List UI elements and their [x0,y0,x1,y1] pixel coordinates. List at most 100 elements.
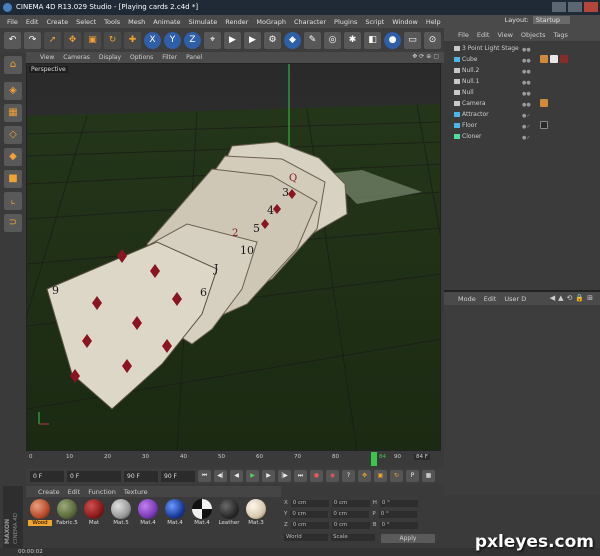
minimize-button[interactable] [552,2,566,12]
deformer-icon[interactable]: ◧ [364,31,381,49]
coordinate-space-dropdown[interactable]: World [284,534,328,541]
menu-script[interactable]: Script [365,18,384,26]
axis-mode-icon[interactable]: ⌞ [4,192,22,210]
visibility-dots[interactable]: ●✓ [522,133,531,144]
x-axis-lock-icon[interactable]: X [144,31,161,49]
menu-create[interactable]: Create [46,18,68,26]
coordinate-system-icon[interactable]: ⌖ [204,31,221,49]
close-button[interactable] [584,2,598,12]
phong-tag-icon[interactable] [540,55,548,63]
cube-primitive-icon[interactable]: ◆ [284,31,301,49]
spline-pen-icon[interactable]: ✎ [304,31,321,49]
material-swatch[interactable]: Mat.4 [190,499,214,526]
object-row[interactable]: Cube ●● [444,54,600,65]
live-selection-icon[interactable]: ➚ [44,31,61,49]
go-to-start-icon[interactable]: ⏮ [198,470,211,482]
texture-mode-icon[interactable]: ▦ [4,104,22,122]
make-editable-icon[interactable]: ⌂ [4,56,22,74]
menu-animate[interactable]: Animate [153,18,180,26]
om-menu-edit[interactable]: Edit [477,31,490,39]
position-x-field[interactable]: 0 cm [290,500,329,507]
material-swatch[interactable]: Mat [82,499,106,526]
material-swatch[interactable]: Mat.3 [244,499,268,526]
object-row[interactable]: Null ●● [444,87,600,98]
viewport-menu-options[interactable]: Options [130,54,153,61]
object-row[interactable]: Attractor ●✓ [444,109,600,120]
menu-select[interactable]: Select [76,18,96,26]
menu-plugins[interactable]: Plugins [334,18,357,26]
menu-tools[interactable]: Tools [104,18,120,26]
timeline-playhead[interactable] [371,452,377,466]
om-menu-file[interactable]: File [458,31,469,39]
recent-tool-icon[interactable]: ✚ [124,31,141,49]
polygons-mode-icon[interactable]: ■ [4,170,22,188]
size-x-field[interactable]: 0 cm [331,500,370,507]
environment-icon[interactable]: ▭ [404,31,421,49]
position-z-field[interactable]: 0 cm [290,522,329,529]
scale-icon[interactable]: ▣ [84,31,101,49]
mat-menu-edit[interactable]: Edit [68,488,81,496]
render-settings-icon[interactable]: ⚙ [264,31,281,49]
viewport-menu-panel[interactable]: Panel [186,54,202,61]
attr-menu-user-data[interactable]: User D [504,295,526,303]
menu-window[interactable]: Window [392,18,418,26]
material-tag-icon[interactable] [540,121,548,129]
go-to-end-icon[interactable]: ⏭ [294,470,307,482]
object-row[interactable]: Floor ●✓ [444,120,600,131]
nurbs-icon[interactable]: ◎ [324,31,341,49]
material-tag-icon[interactable] [560,55,568,63]
menu-character[interactable]: Character [294,18,326,26]
om-menu-objects[interactable]: Objects [521,31,546,39]
mat-menu-texture[interactable]: Texture [124,488,148,496]
object-row[interactable]: Cloner ●✓ [444,131,600,142]
layout-dropdown[interactable]: Startup [532,16,570,24]
render-view-icon[interactable]: ▶ [224,31,241,49]
apply-button[interactable]: Apply [381,534,435,543]
object-row[interactable]: Null.1 ●● [444,76,600,87]
perspective-viewport[interactable]: 9 6 J 10 5 4 3 2 Q Perspective [26,63,441,451]
previous-frame-icon[interactable]: ◀ [230,470,243,482]
points-mode-icon[interactable]: ◇ [4,126,22,144]
menu-mesh[interactable]: Mesh [128,18,145,26]
viewport-menu-filter[interactable]: Filter [162,54,177,61]
viewport-menu-view[interactable]: View [40,54,54,61]
next-frame-icon[interactable]: ▶ [262,470,275,482]
menu-edit[interactable]: Edit [26,18,39,26]
undo-icon[interactable]: ↶ [4,31,21,49]
menu-mograph[interactable]: MoGraph [256,18,286,26]
move-icon[interactable]: ✥ [64,31,81,49]
menu-render[interactable]: Render [225,18,248,26]
key-scale-icon[interactable]: ▣ [374,470,387,482]
snap-icon[interactable]: ⊃ [4,214,22,232]
array-icon[interactable]: ✱ [344,31,361,49]
menu-help[interactable]: Help [426,18,441,26]
key-parameter-icon[interactable]: P [406,470,419,482]
viewport-nav-icons[interactable]: ✥⟳⊕▢ [412,53,441,60]
size-y-field[interactable]: 0 cm [331,511,370,518]
autokey-icon[interactable]: ◉ [326,470,339,482]
material-swatch[interactable]: Mat.4 [163,499,187,526]
scene-icon[interactable]: ● [384,31,401,49]
texture-tag-icon[interactable] [550,55,558,63]
key-rotation-icon[interactable]: ↻ [390,470,403,482]
z-axis-lock-icon[interactable]: Z [184,31,201,49]
object-row[interactable]: Camera ●● [444,98,600,109]
next-key-icon[interactable]: |▶ [278,470,291,482]
mat-menu-create[interactable]: Create [38,488,60,496]
attribute-nav-icons[interactable]: ◀▲⟲🔒⊞ [550,294,596,302]
render-picture-viewer-icon[interactable]: ▶ [244,31,261,49]
om-menu-tags[interactable]: Tags [553,31,567,39]
material-swatch[interactable]: Wood [28,499,52,526]
size-z-field[interactable]: 0 cm [331,522,370,529]
object-row[interactable]: Null.2 ●● [444,65,600,76]
attr-menu-edit[interactable]: Edit [484,295,497,303]
preview-max-field[interactable]: 90 F [124,470,158,482]
om-menu-view[interactable]: View [497,31,512,39]
edges-mode-icon[interactable]: ◆ [4,148,22,166]
key-position-icon[interactable]: ✥ [358,470,371,482]
y-axis-lock-icon[interactable]: Y [164,31,181,49]
material-swatch[interactable]: Mat.5 [109,499,133,526]
preview-min-field[interactable]: 0 F [67,470,121,482]
attr-menu-mode[interactable]: Mode [458,295,476,303]
menu-simulate[interactable]: Simulate [189,18,218,26]
